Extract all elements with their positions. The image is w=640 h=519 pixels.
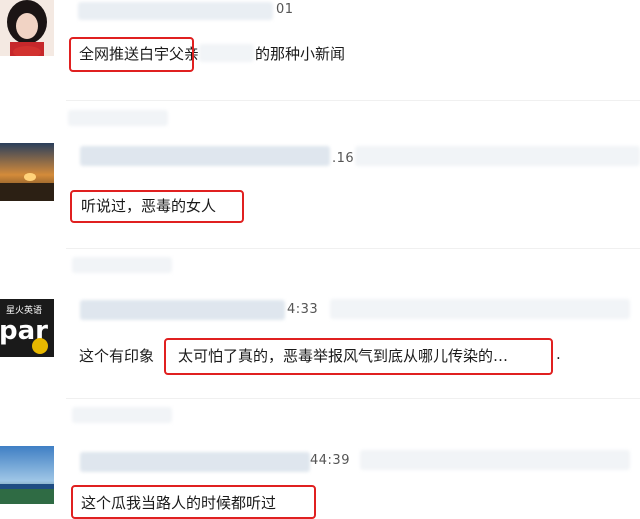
blurred-level-row	[360, 450, 630, 470]
avatar[interactable]	[0, 446, 54, 504]
blurred-username	[80, 300, 285, 320]
comment-time: 4:33	[287, 302, 319, 317]
blurred-word	[199, 44, 254, 62]
blurred-username	[78, 2, 273, 20]
comment-time: .16	[332, 151, 355, 166]
comment-3: 星火英语 par 4:33 这个有印象 太可怕了真的，恶毒举报风气到底从哪儿传染…	[0, 255, 640, 395]
highlight-box	[164, 338, 553, 375]
comment-time: 44:39	[310, 453, 350, 468]
comment-4: 44:39 这个瓜我当路人的时候都听过	[0, 404, 640, 519]
comment-time: 01	[276, 2, 294, 17]
divider	[66, 398, 640, 399]
comment-prefix: 这个有印象	[79, 347, 155, 365]
highlight-box	[69, 37, 194, 72]
divider	[66, 100, 640, 101]
blurred-username	[80, 452, 310, 472]
blurred-reply-row	[68, 110, 168, 126]
avatar[interactable]	[0, 143, 54, 201]
blurred-level-row	[355, 146, 640, 166]
avatar[interactable]	[0, 0, 54, 56]
highlight-box	[71, 485, 316, 519]
avatar-image: 星火英语 par	[0, 299, 54, 357]
comment-text-tail: 的那种小新闻	[255, 45, 346, 63]
avatar-image	[0, 143, 54, 201]
comment-text-tail: .	[556, 345, 561, 363]
blurred-username	[80, 146, 330, 166]
comment-1: 01 全网推送白宇父亲 的那种小新闻	[0, 0, 640, 90]
blurred-level-row	[330, 299, 630, 319]
blurred-reply-row	[72, 407, 172, 423]
blurred-reply-row	[72, 257, 172, 273]
highlight-box	[70, 190, 244, 223]
avatar-label: 星火英语	[6, 304, 42, 316]
avatar[interactable]: 星火英语 par	[0, 299, 54, 357]
avatar-image	[0, 446, 54, 504]
avatar-image	[0, 0, 54, 56]
comment-2: .16 听说过，恶毒的女人	[0, 108, 640, 238]
divider	[66, 248, 640, 249]
